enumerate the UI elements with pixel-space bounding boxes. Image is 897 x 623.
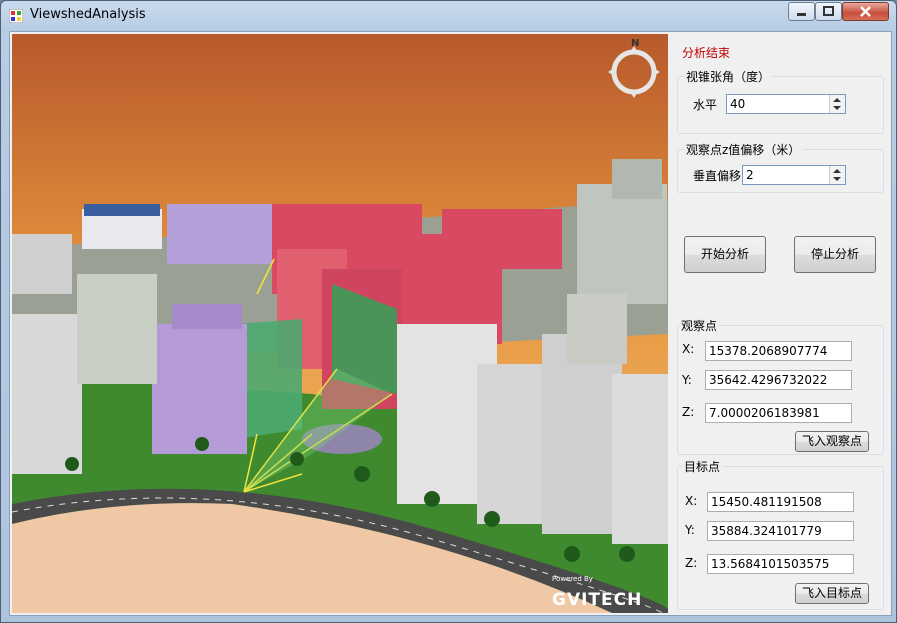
powered-by-label: Powered By: [552, 575, 593, 583]
target-legend: 目标点: [682, 458, 723, 475]
fov-legend: 视锥张角（度）: [684, 68, 773, 85]
vertical-offset-value: 2: [746, 168, 754, 182]
title-bar[interactable]: ViewshedAnalysis: [1, 1, 896, 31]
vertical-offset-label: 垂直偏移: [693, 169, 742, 183]
window-title: ViewshedAnalysis: [30, 7, 146, 22]
start-analysis-button[interactable]: 开始分析: [684, 236, 766, 273]
compass-icon[interactable]: [608, 40, 660, 100]
app-icon: [9, 9, 23, 23]
horizontal-angle-value: 40: [730, 97, 746, 111]
observer-group: 观察点 X: 15378.2068907774 Y: 35642.4296732…: [677, 317, 884, 455]
vertical-offset-spinner[interactable]: [829, 166, 845, 184]
close-icon: [860, 6, 871, 17]
offset-group: 观察点z值偏移（米） 垂直偏移 2: [677, 141, 884, 193]
fov-group: 视锥张角（度） 水平 40: [677, 68, 884, 134]
offset-legend: 观察点z值偏移（米）: [684, 141, 803, 158]
target-y-label: Y:: [685, 523, 695, 537]
horizontal-label: 水平: [693, 98, 718, 112]
client-area: N Powered By GVITECH 分析结束 视锥张角（度） 水平 40 …: [9, 31, 892, 616]
maximize-icon: [823, 6, 834, 16]
horizontal-angle-spinner[interactable]: [829, 95, 845, 113]
observer-y-label: Y:: [682, 373, 692, 387]
fly-to-target-button[interactable]: 飞入目标点: [795, 583, 869, 604]
target-y-input[interactable]: 35884.324101779: [707, 521, 854, 541]
observer-legend: 观察点: [679, 317, 720, 334]
maximize-button[interactable]: [815, 2, 842, 21]
analysis-status: 分析结束: [682, 46, 731, 60]
target-z-input[interactable]: 13.5684101503575: [707, 554, 854, 574]
close-button[interactable]: [842, 2, 889, 21]
observer-y-input[interactable]: 35642.4296732022: [705, 370, 852, 390]
observer-x-label: X:: [682, 342, 695, 356]
stop-analysis-button[interactable]: 停止分析: [794, 236, 876, 273]
3d-viewport[interactable]: N Powered By GVITECH: [12, 34, 668, 613]
observer-z-input[interactable]: 7.0000206183981: [705, 403, 852, 423]
compass-north-label: N: [631, 38, 640, 49]
target-group: 目标点 X: 15450.481191508 Y: 35884.32410177…: [677, 458, 884, 610]
vertical-offset-input[interactable]: 2: [742, 165, 846, 185]
gvitech-logo: GVITECH: [552, 590, 643, 610]
target-z-label: Z:: [685, 556, 698, 570]
observer-x-input[interactable]: 15378.2068907774: [705, 341, 852, 361]
target-x-input[interactable]: 15450.481191508: [707, 492, 854, 512]
observer-z-label: Z:: [682, 405, 695, 419]
minimize-icon: [797, 13, 806, 16]
app-window: ViewshedAnalysis N Powered By GVITECH 分析…: [0, 0, 897, 623]
target-x-label: X:: [685, 494, 698, 508]
city-scene: [12, 34, 668, 613]
fly-to-observer-button[interactable]: 飞入观察点: [795, 431, 869, 452]
minimize-button[interactable]: [788, 2, 815, 21]
horizontal-angle-input[interactable]: 40: [726, 94, 846, 114]
